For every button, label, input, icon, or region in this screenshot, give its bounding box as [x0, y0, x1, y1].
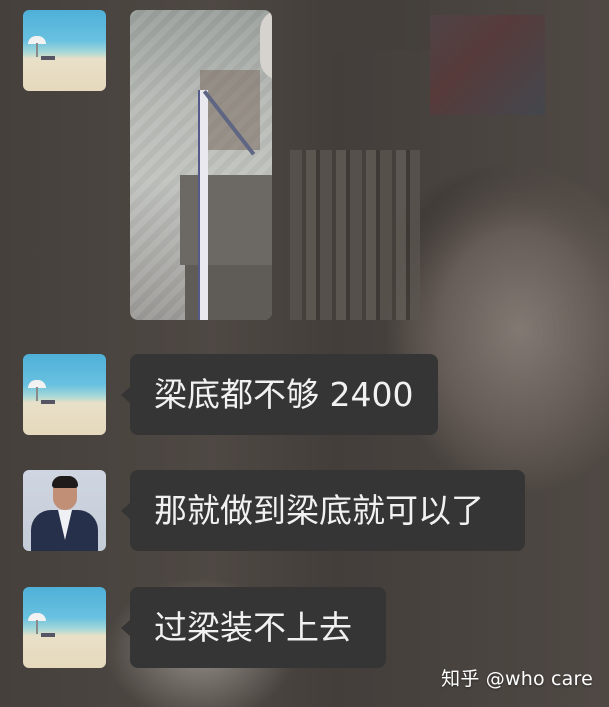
zhihu-watermark: 知乎 @who care	[441, 668, 593, 690]
photo-measuring-tape	[198, 90, 208, 320]
sender-avatar-beach[interactable]	[23, 587, 106, 668]
message-text: 那就做到梁底就可以了	[154, 491, 484, 530]
message-bubble[interactable]: 过梁装不上去	[121, 587, 386, 668]
umbrella-pole	[36, 43, 38, 57]
image-message-construction-photo[interactable]	[130, 10, 272, 320]
message-bubble[interactable]: 那就做到梁底就可以了	[121, 470, 525, 551]
avatar-hair	[52, 476, 78, 488]
sender-avatar-man[interactable]	[23, 470, 106, 551]
sender-avatar-beach[interactable]	[23, 10, 106, 91]
beach-chair-icon	[41, 633, 55, 637]
beach-chair-icon	[41, 400, 55, 404]
beach-chair-icon	[41, 56, 55, 60]
photo-hand	[260, 10, 272, 80]
umbrella-pole	[36, 387, 38, 401]
message-text: 过梁装不上去	[154, 608, 352, 647]
sender-avatar-beach[interactable]	[23, 354, 106, 435]
photo-rebar	[200, 70, 260, 150]
photo-concrete-block	[180, 175, 272, 265]
message-bubble[interactable]: 梁底都不够 2400	[121, 354, 438, 435]
umbrella-pole	[36, 620, 38, 634]
chat-screen: 梁底都不够 2400 那就做到梁底就可以了 过梁装不上去 知乎 @who car…	[0, 0, 609, 707]
message-text: 梁底都不够 2400	[154, 375, 414, 414]
